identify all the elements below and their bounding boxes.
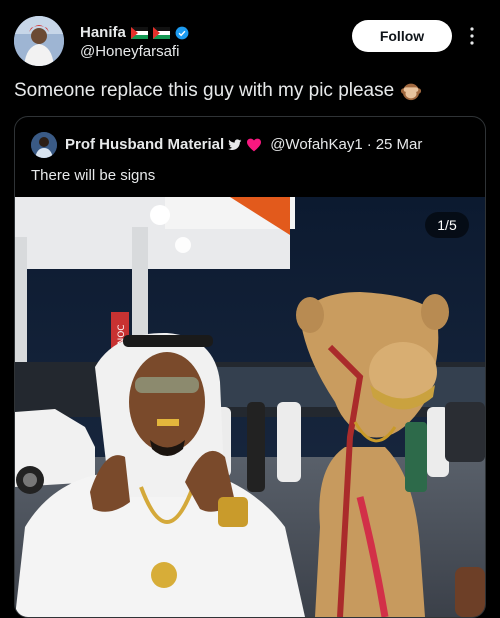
see-no-evil-monkey-icon — [401, 83, 422, 101]
post-text: Someone replace this guy with my pic ple… — [14, 80, 395, 101]
more-vertical-icon[interactable] — [468, 26, 476, 46]
quoted-author-avatar[interactable] — [31, 132, 57, 158]
palestine-flag-icon — [130, 26, 148, 39]
red-heart-icon — [247, 138, 262, 151]
quoted-handle[interactable]: @WofahKay1 — [270, 136, 363, 153]
author-handle[interactable]: @Honeyfarsafi — [80, 43, 179, 60]
quoted-author-row: Prof Husband Material @WofahKay1 · 25 Ma… — [65, 136, 422, 153]
verified-badge-icon — [175, 26, 189, 39]
media-counter: 1/5 — [425, 212, 469, 238]
gas-station-scene: ADNOC — [15, 197, 485, 617]
twitter-bird-icon — [228, 138, 242, 150]
palestine-flag-icon — [152, 26, 170, 39]
post-header: Hanifa @Honeyfarsafi Follow — [0, 0, 500, 70]
quoted-separator: · — [366, 136, 372, 153]
quoted-display-name[interactable]: Prof Husband Material — [65, 136, 224, 153]
quoted-media-image[interactable]: ADNOC 1/5 — [15, 197, 485, 617]
quoted-post-card[interactable]: Prof Husband Material @WofahKay1 · 25 Ma… — [14, 116, 486, 618]
quoted-date[interactable]: 25 Mar — [376, 136, 423, 153]
follow-button[interactable]: Follow — [352, 20, 452, 52]
quoted-post-text: There will be signs — [31, 167, 156, 184]
author-display-name[interactable]: Hanifa — [80, 24, 126, 41]
author-avatar[interactable] — [14, 16, 64, 66]
post-text-row: Someone replace this guy with my pic ple… — [14, 80, 422, 102]
